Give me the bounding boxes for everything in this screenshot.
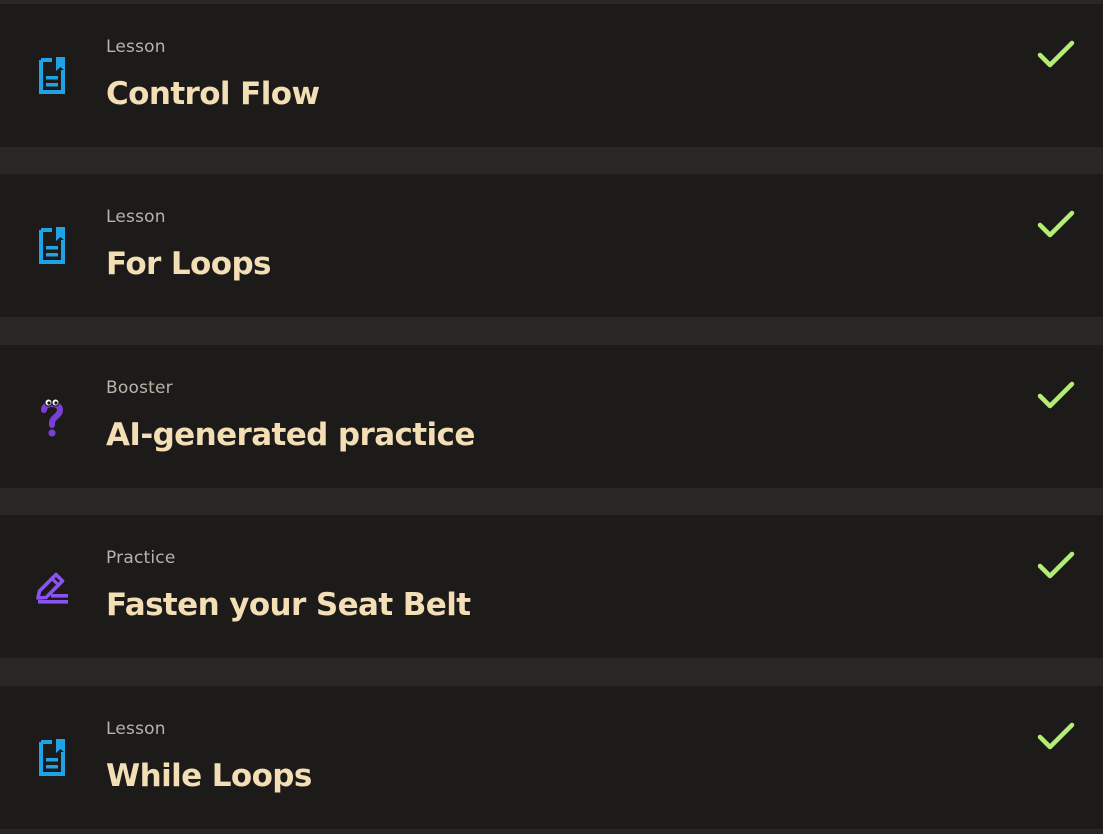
course-item-list: Lesson Control Flow Lesson For Loops Boo… bbox=[0, 0, 1103, 834]
course-item-control-flow[interactable]: Lesson Control Flow bbox=[0, 4, 1103, 147]
checkmark-icon bbox=[1036, 379, 1076, 413]
item-type-label: Lesson bbox=[106, 207, 166, 227]
course-item-while-loops[interactable]: Lesson While Loops bbox=[0, 686, 1103, 829]
checkmark-icon bbox=[1036, 208, 1076, 242]
course-item-fasten-your-seat-belt[interactable]: Practice Fasten your Seat Belt bbox=[0, 515, 1103, 658]
item-title: Fasten your Seat Belt bbox=[106, 587, 471, 623]
checkmark-icon bbox=[1036, 38, 1076, 72]
course-item-ai-generated-practice[interactable]: Booster AI-generated practice bbox=[0, 345, 1103, 488]
lesson-icon bbox=[30, 52, 74, 100]
item-title: For Loops bbox=[106, 246, 271, 282]
course-item-for-loops[interactable]: Lesson For Loops bbox=[0, 174, 1103, 317]
lesson-icon bbox=[30, 734, 74, 782]
checkmark-icon bbox=[1036, 720, 1076, 754]
booster-icon bbox=[30, 393, 74, 441]
item-type-label: Lesson bbox=[106, 37, 166, 57]
checkmark-icon bbox=[1036, 549, 1076, 583]
item-type-label: Lesson bbox=[106, 719, 166, 739]
item-title: While Loops bbox=[106, 758, 312, 794]
item-title: Control Flow bbox=[106, 76, 320, 112]
item-type-label: Booster bbox=[106, 378, 173, 398]
item-title: AI-generated practice bbox=[106, 417, 475, 453]
lesson-icon bbox=[30, 222, 74, 270]
practice-icon bbox=[30, 563, 74, 611]
item-type-label: Practice bbox=[106, 548, 176, 568]
